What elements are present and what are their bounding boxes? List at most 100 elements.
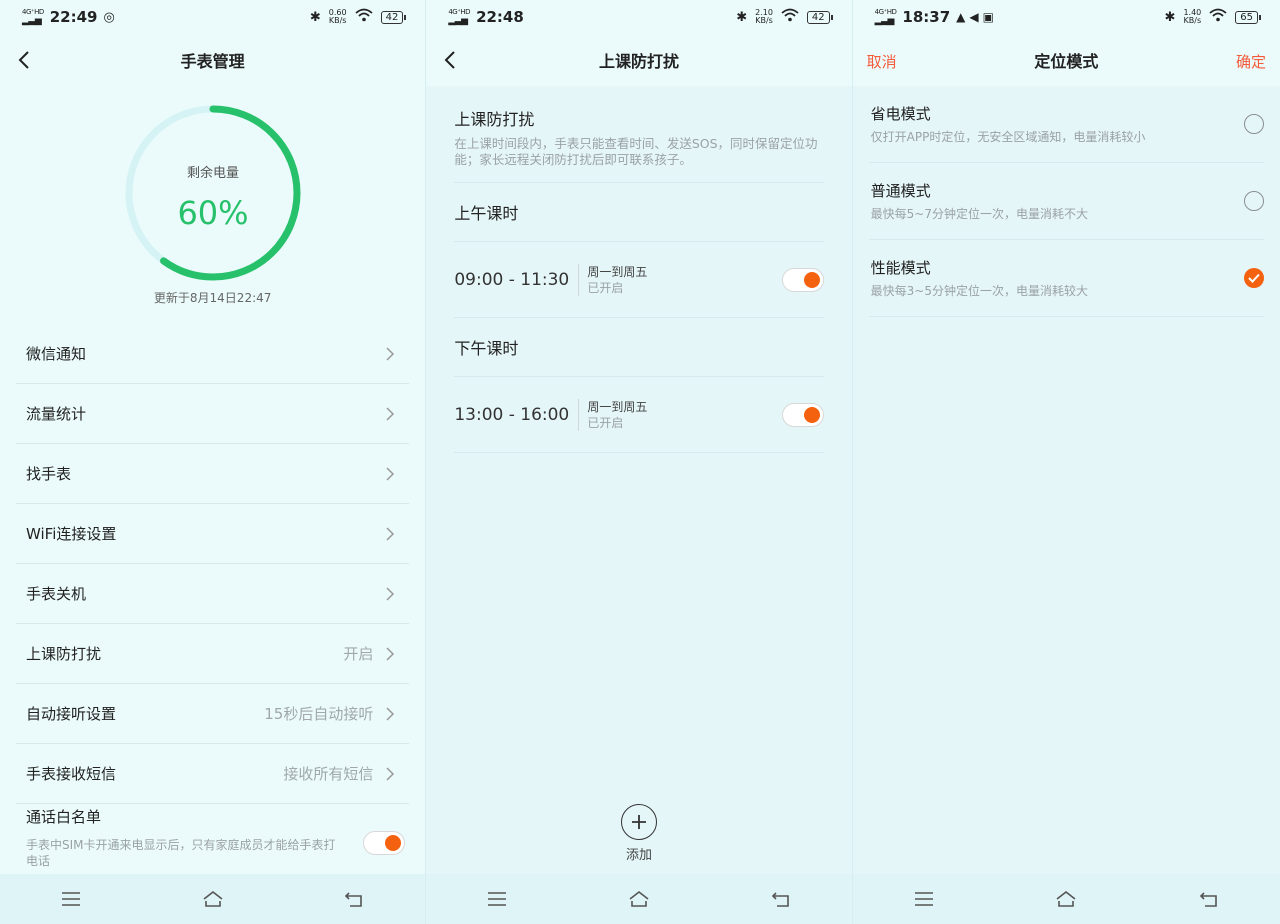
mode-radio[interactable] bbox=[1243, 191, 1264, 211]
back-button[interactable] bbox=[438, 47, 462, 73]
slot-state: 已开启 bbox=[587, 280, 624, 295]
menu-item-label: 找手表 bbox=[26, 465, 72, 483]
signal-icon: 4G⁺HD ▂▃▅ bbox=[22, 8, 44, 26]
system-nav-bar bbox=[0, 874, 426, 924]
wifi-icon bbox=[781, 8, 799, 26]
menu-item[interactable]: 流量统计 bbox=[16, 384, 410, 444]
location-mode-screen: 4G⁺HD ▂▃▅ 18:37 ▲ ◀ ▣ ✱ 1.40 KB/s 65 取消 定位… bbox=[852, 0, 1280, 924]
return-icon[interactable] bbox=[343, 889, 365, 909]
menu-item-value: 开启 bbox=[343, 645, 374, 663]
slot-range: 13:00 - 16:00 bbox=[454, 404, 570, 425]
chevron-right-icon bbox=[386, 466, 395, 481]
chevron-right-icon bbox=[386, 646, 395, 661]
status-bar: 4G⁺HD ▂▃▅ 22:49 ◎ ✱ 0.60 KB/s 42 bbox=[0, 0, 425, 34]
menu-item[interactable]: 手表关机 bbox=[16, 564, 410, 624]
mode-radio[interactable] bbox=[1243, 114, 1264, 134]
chevron-right-icon bbox=[386, 766, 395, 781]
whitelist-desc: 手表中SIM卡开通来电显示后，只有家庭成员才能给手表打电话 bbox=[26, 838, 336, 868]
back-button[interactable] bbox=[12, 47, 36, 73]
confirm-button[interactable]: 确定 bbox=[1236, 51, 1266, 72]
return-icon[interactable] bbox=[770, 889, 792, 909]
status-bar: 4G⁺HD ▂▃▅ 18:37 ▲ ◀ ▣ ✱ 1.40 KB/s 65 bbox=[853, 0, 1280, 34]
system-nav-bar bbox=[852, 874, 1280, 924]
home-icon[interactable] bbox=[202, 889, 224, 909]
menu-icon[interactable] bbox=[913, 889, 935, 909]
watch-management-screen: 4G⁺HD ▂▃▅ 22:49 ◎ ✱ 0.60 KB/s 42 手表管理 剩余… bbox=[0, 0, 427, 924]
return-icon[interactable] bbox=[1198, 889, 1220, 909]
morning-group-label: 上午课时 bbox=[454, 183, 824, 242]
mode-name: 普通模式 bbox=[870, 182, 931, 200]
settings-menu: 微信通知流量统计找手表 WiFi连接设置手表关机上课防打扰 开启自动接听设置 15秒后… bbox=[16, 324, 410, 804]
afternoon-toggle[interactable] bbox=[781, 402, 824, 427]
screens-container: 4G⁺HD ▂▃▅ 22:49 ◎ ✱ 0.60 KB/s 42 手表管理 剩余… bbox=[0, 0, 1280, 924]
mode-option[interactable]: 普通模式 最快每5~7分钟定位一次，电量消耗不大 bbox=[868, 163, 1264, 240]
page-title: 上课防打扰 bbox=[598, 52, 679, 71]
menu-item-label: 流量统计 bbox=[26, 405, 87, 423]
system-nav-bar bbox=[426, 874, 852, 924]
slot-state: 已开启 bbox=[587, 415, 624, 430]
mode-text: 普通模式 最快每5~7分钟定位一次，电量消耗不大 bbox=[869, 180, 1088, 222]
menu-item[interactable]: WiFi连接设置 bbox=[16, 504, 410, 564]
net-speed: 0.60 KB/s bbox=[328, 8, 347, 25]
morning-slot[interactable]: 09:00 - 11:30 周一到周五 已开启 bbox=[454, 242, 824, 318]
net-speed: 2.10 KB/s bbox=[755, 8, 773, 25]
afternoon-slot[interactable]: 13:00 - 16:00 周一到周五 已开启 bbox=[454, 377, 824, 453]
menu-item-value: 15秒后自动接听 bbox=[264, 705, 374, 723]
app-header: 手表管理 bbox=[0, 34, 425, 86]
slot-days: 周一到周五 bbox=[587, 399, 648, 414]
menu-icon[interactable] bbox=[60, 889, 82, 909]
check-icon bbox=[1248, 273, 1260, 283]
cancel-button[interactable]: 取消 bbox=[867, 51, 897, 72]
back-icon bbox=[444, 51, 456, 69]
menu-item[interactable]: 微信通知 bbox=[16, 324, 410, 384]
mode-radio-selected[interactable] bbox=[1243, 268, 1264, 288]
menu-item[interactable]: 找手表 bbox=[16, 444, 410, 504]
add-slot: 添加 bbox=[426, 804, 851, 863]
chevron-right-icon bbox=[386, 406, 395, 421]
signal-icon: 4G⁺HD ▂▃▅ bbox=[874, 8, 897, 26]
menu-item[interactable]: 上课防打扰 开启 bbox=[16, 624, 410, 684]
chevron-right-icon bbox=[386, 526, 395, 541]
plus-icon bbox=[631, 815, 646, 829]
chevron-right-icon bbox=[386, 346, 395, 361]
menu-item-label: 自动接听设置 bbox=[26, 705, 117, 723]
menu-item[interactable]: 自动接听设置 15秒后自动接听 bbox=[16, 684, 410, 744]
signal-icon: 4G⁺HD ▂▃▅ bbox=[448, 8, 471, 26]
toggle-knob bbox=[803, 271, 820, 288]
net-speed: 1.40 KB/s bbox=[1183, 8, 1202, 25]
menu-item-label: 上课防打扰 bbox=[26, 645, 102, 663]
menu-icon[interactable] bbox=[486, 889, 508, 909]
bluetooth-icon: ✱ bbox=[309, 9, 321, 25]
wifi-icon bbox=[1209, 8, 1227, 26]
morning-toggle[interactable] bbox=[781, 267, 824, 292]
menu-item-value: 接收所有短信 bbox=[283, 765, 374, 783]
page-title: 定位模式 bbox=[1034, 52, 1099, 71]
screen-record-icon: ▣ bbox=[982, 10, 994, 24]
toggle-knob bbox=[803, 406, 820, 423]
home-icon[interactable] bbox=[1055, 889, 1077, 909]
mode-desc: 最快每3~5分钟定位一次，电量消耗较大 bbox=[870, 284, 1088, 298]
dnd-content: 上课防打扰 在上课时间段内，手表只能查看时间、发送SOS，同时保留定位功能；家长… bbox=[454, 86, 824, 453]
add-label: 添加 bbox=[625, 848, 652, 863]
mode-text: 省电模式 仅打开APP时定位，无安全区域通知，电量消耗较小 bbox=[869, 103, 1146, 145]
mode-text: 性能模式 最快每3~5分钟定位一次，电量消耗较大 bbox=[869, 257, 1088, 299]
add-button[interactable] bbox=[620, 804, 657, 840]
status-time: 22:48 bbox=[476, 8, 524, 26]
mode-option[interactable]: 省电模式 仅打开APP时定位，无安全区域通知，电量消耗较小 bbox=[868, 86, 1264, 163]
menu-item[interactable]: 手表接收短信 接收所有短信 bbox=[16, 744, 410, 804]
back-icon bbox=[18, 51, 29, 69]
mode-name: 省电模式 bbox=[870, 105, 931, 123]
bell-icon: ▲ bbox=[956, 10, 966, 24]
status-time: 18:37 bbox=[902, 8, 951, 26]
slot-range: 09:00 - 11:30 bbox=[454, 269, 570, 290]
mode-option[interactable]: 性能模式 最快每3~5分钟定位一次，电量消耗较大 bbox=[868, 240, 1264, 317]
bluetooth-icon: ✱ bbox=[736, 9, 748, 25]
battery-icon: 65 bbox=[1235, 10, 1261, 24]
menu-item-label: 手表关机 bbox=[26, 585, 87, 603]
dnd-intro-title: 上课防打扰 bbox=[454, 110, 535, 129]
home-icon[interactable] bbox=[628, 889, 650, 909]
class-dnd-screen: 4G⁺HD ▂▃▅ 22:48 ✱ 2.10 KB/s 42 上课防打扰 上课防打扰… bbox=[426, 0, 853, 924]
menu-item-label: 微信通知 bbox=[26, 345, 87, 363]
mode-list: 省电模式 仅打开APP时定位，无安全区域通知，电量消耗较小 普通模式 最快每5~7分钟… bbox=[868, 86, 1264, 317]
whitelist-toggle[interactable] bbox=[363, 831, 406, 855]
